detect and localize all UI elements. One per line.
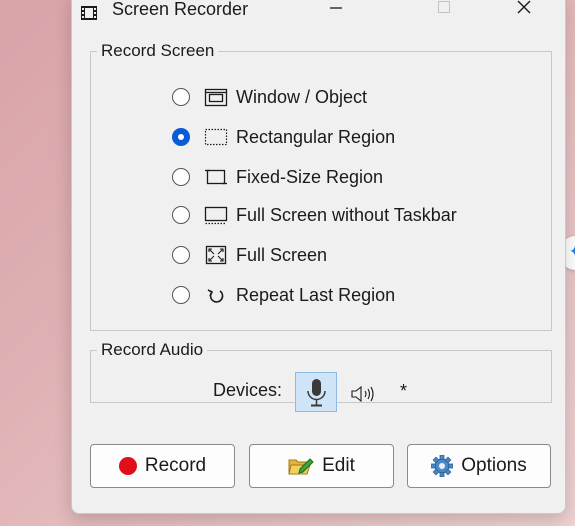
sparkle-icon: ✦	[569, 243, 575, 259]
option-full-screen[interactable]: Full Screen	[172, 241, 327, 269]
record-audio-legend: Record Audio	[101, 340, 204, 359]
minimize-icon	[330, 7, 342, 9]
audio-extra-marker[interactable]: *	[400, 381, 407, 402]
screen-recorder-window: Screen Recorder Record Screen Window / O…	[71, 0, 566, 514]
fixed-region-icon	[205, 169, 227, 185]
option-repeat-last-region[interactable]: Repeat Last Region	[172, 281, 395, 309]
option-window-object[interactable]: Window / Object	[172, 83, 367, 111]
microphone-button[interactable]	[295, 372, 337, 412]
maximize-button[interactable]	[421, 0, 469, 29]
radio-repeat-last-region[interactable]	[172, 286, 190, 304]
radio-full-screen[interactable]	[172, 246, 190, 264]
option-label: Window / Object	[236, 86, 368, 107]
record-dot-icon	[118, 457, 137, 475]
title-bar[interactable]: Screen Recorder	[72, 0, 565, 31]
maximize-icon	[438, 1, 450, 13]
devices-label: Devices:	[213, 380, 283, 400]
repeat-icon	[207, 289, 224, 303]
radio-fixed-size-region[interactable]	[172, 168, 190, 186]
option-label: Full Screen without Taskbar	[236, 204, 457, 225]
options-button[interactable]: Options	[407, 444, 551, 488]
screen-without-taskbar-icon	[204, 206, 228, 225]
edit-button[interactable]: Edit	[249, 444, 394, 488]
option-label: Rectangular Region	[236, 126, 396, 147]
option-label: Fixed-Size Region	[236, 166, 384, 187]
radio-rectangular-region[interactable]	[172, 128, 190, 146]
dotted-rectangle-icon	[204, 128, 228, 146]
option-label: Repeat Last Region	[236, 284, 396, 305]
close-button[interactable]	[500, 0, 548, 29]
option-full-screen-without-taskbar[interactable]: Full Screen without Taskbar	[172, 201, 457, 229]
fullscreen-icon	[205, 245, 227, 265]
gear-icon	[431, 455, 454, 477]
window-title: Screen Recorder	[112, 0, 249, 19]
record-button-label: Record	[144, 455, 207, 476]
close-icon	[517, 0, 531, 14]
speaker-icon[interactable]	[350, 384, 380, 404]
radio-window-object[interactable]	[172, 88, 190, 106]
microphone-icon	[307, 379, 326, 407]
folder-edit-icon	[288, 458, 314, 475]
edit-button-label: Edit	[322, 455, 355, 476]
option-label: Full Screen	[236, 244, 328, 265]
film-strip-icon	[81, 6, 97, 20]
option-rectangular-region[interactable]: Rectangular Region	[172, 123, 395, 151]
option-fixed-size-region[interactable]: Fixed-Size Region	[172, 163, 383, 191]
window-icon	[204, 88, 228, 107]
radio-full-screen-without-taskbar[interactable]	[172, 206, 190, 224]
record-button[interactable]: Record	[90, 444, 235, 488]
record-screen-legend: Record Screen	[101, 41, 215, 60]
options-button-label: Options	[461, 455, 527, 476]
minimize-button[interactable]	[312, 0, 360, 29]
